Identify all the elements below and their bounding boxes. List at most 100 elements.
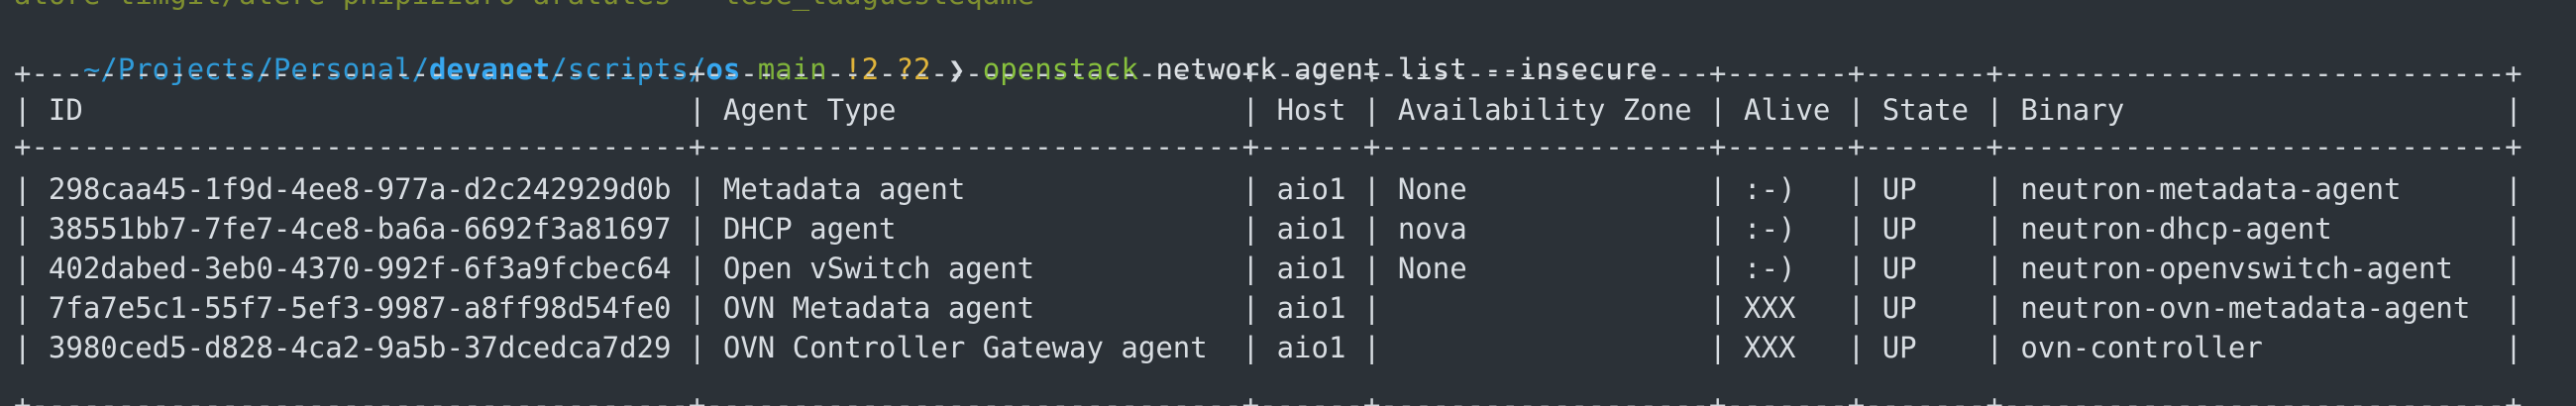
table-border-top: +--------------------------------------+… bbox=[14, 56, 2522, 90]
table-separator: | bbox=[1241, 172, 1260, 206]
table-separator: | bbox=[14, 252, 32, 285]
table-separator: | bbox=[14, 93, 32, 127]
table-separator: | bbox=[2505, 291, 2522, 325]
table-separator: | bbox=[1986, 291, 2003, 325]
table-separator: | bbox=[1362, 172, 1381, 206]
table-cell: neutron-ovn-metadata-agent bbox=[2002, 291, 2506, 325]
table-separator: | bbox=[1241, 331, 1260, 364]
table-cell: 38551bb7-7fe7-4ce8-ba6a-6692f3a81697 bbox=[31, 212, 689, 246]
table-cell: None bbox=[1380, 172, 1710, 206]
table-cell: XXX bbox=[1726, 291, 1848, 325]
table-cell: DHCP agent bbox=[705, 212, 1242, 246]
table-cell: aio1 bbox=[1259, 172, 1363, 206]
table-cell: :-) bbox=[1726, 252, 1848, 285]
table-separator: | bbox=[14, 212, 32, 246]
table-separator: | bbox=[688, 172, 706, 206]
table-row: | 38551bb7-7fe7-4ce8-ba6a-6692f3a81697 |… bbox=[14, 209, 2522, 249]
table-cell bbox=[1380, 291, 1709, 325]
table-separator: | bbox=[1847, 93, 1866, 127]
table-cell: :-) bbox=[1726, 212, 1848, 246]
table-separator: | bbox=[1362, 291, 1381, 325]
table-cell: neutron-metadata-agent bbox=[2002, 172, 2506, 206]
table-row: | 298caa45-1f9d-4ee8-977a-d2c242929d0b |… bbox=[14, 169, 2522, 209]
table-separator: | bbox=[2505, 212, 2522, 246]
table-separator: | bbox=[1986, 331, 2003, 364]
table-header-cell: Binary bbox=[2002, 93, 2506, 127]
table-separator: | bbox=[1241, 93, 1260, 127]
table-row: | 402dabed-3eb0-4370-992f-6f3a9fcbec64 |… bbox=[14, 249, 2522, 288]
table-cell: neutron-dhcp-agent bbox=[2002, 212, 2506, 246]
table-cell: 402dabed-3eb0-4370-992f-6f3a9fcbec64 bbox=[31, 252, 689, 285]
table-separator: | bbox=[1709, 212, 1727, 246]
table-separator: | bbox=[1847, 172, 1866, 206]
table-cell: ovn-controller bbox=[2002, 331, 2506, 364]
table-separator: | bbox=[1362, 331, 1381, 364]
table-cell: UP bbox=[1865, 212, 1986, 246]
table-cell: UP bbox=[1865, 252, 1986, 285]
table-separator: | bbox=[1241, 291, 1260, 325]
table-cell: aio1 bbox=[1259, 212, 1363, 246]
table-cell bbox=[1380, 331, 1709, 364]
table-cell: aio1 bbox=[1259, 252, 1363, 285]
prompt-line: ~/Projects/Personal/devanet/scripts/os m… bbox=[14, 10, 1658, 86]
table-cell: aio1 bbox=[1259, 331, 1363, 364]
table-separator: | bbox=[14, 172, 32, 206]
table-separator: | bbox=[14, 331, 32, 364]
table-header-cell: Agent Type bbox=[705, 93, 1242, 127]
table-cell: XXX bbox=[1726, 331, 1848, 364]
table-header-cell: ID bbox=[31, 93, 689, 127]
table-cell: OVN Metadata agent bbox=[705, 291, 1242, 325]
table-cell: neutron-openvswitch-agent bbox=[2002, 252, 2506, 285]
table-separator: | bbox=[1986, 252, 2003, 285]
table-row: | 7fa7e5c1-55f7-5ef3-9987-a8ff98d54fe0 |… bbox=[14, 288, 2522, 328]
table-cell: nova bbox=[1380, 212, 1710, 246]
table-separator: | bbox=[1847, 291, 1866, 325]
table-header-cell: Host bbox=[1259, 93, 1363, 127]
table-separator: | bbox=[688, 291, 706, 325]
table-cell: 298caa45-1f9d-4ee8-977a-d2c242929d0b bbox=[31, 172, 689, 206]
table-cell: 7fa7e5c1-55f7-5ef3-9987-a8ff98d54fe0 bbox=[31, 291, 689, 325]
table-cell: UP bbox=[1865, 291, 1986, 325]
table-separator: | bbox=[1362, 212, 1381, 246]
table-cell: aio1 bbox=[1259, 291, 1363, 325]
table-separator: | bbox=[14, 291, 32, 325]
table-cell: 3980ced5-d828-4ca2-9a5b-37dcedca7d29 bbox=[31, 331, 689, 364]
table-cell: OVN Controller Gateway agent bbox=[705, 331, 1242, 364]
table-header-cell: Availability Zone bbox=[1380, 93, 1710, 127]
table-separator: | bbox=[2505, 331, 2522, 364]
table-separator: | bbox=[688, 252, 706, 285]
terminal-window[interactable]: atore timgit/atere phipizzaro aratutes -… bbox=[14, 0, 2568, 406]
table-separator: | bbox=[1847, 331, 1866, 364]
table-separator: | bbox=[2505, 252, 2522, 285]
table-cell: UP bbox=[1865, 331, 1986, 364]
table-separator: | bbox=[1709, 93, 1727, 127]
table-separator: | bbox=[1847, 252, 1866, 285]
table-border-header: +--------------------------------------+… bbox=[14, 130, 2522, 163]
table-cell: :-) bbox=[1726, 172, 1848, 206]
table-separator: | bbox=[1986, 172, 2003, 206]
table-header-cell: State bbox=[1865, 93, 1986, 127]
table-cell: UP bbox=[1865, 172, 1986, 206]
table-separator: | bbox=[1362, 93, 1381, 127]
table-separator: | bbox=[688, 212, 706, 246]
table-separator: | bbox=[1986, 212, 2003, 246]
table-border-bottom: +--------------------------------------+… bbox=[14, 388, 2522, 406]
table-row: | 3980ced5-d828-4ca2-9a5b-37dcedca7d29 |… bbox=[14, 328, 2522, 367]
table-header-row: | ID | Agent Type | Host | Availability … bbox=[14, 90, 2522, 130]
table-separator: | bbox=[1362, 252, 1381, 285]
table-separator: | bbox=[688, 93, 706, 127]
table-cell: Open vSwitch agent bbox=[705, 252, 1242, 285]
table-separator: | bbox=[688, 331, 706, 364]
table-separator: | bbox=[1709, 252, 1727, 285]
table-separator: | bbox=[1847, 212, 1866, 246]
table-separator: | bbox=[2505, 172, 2522, 206]
table-separator: | bbox=[1241, 252, 1260, 285]
table-separator: | bbox=[1709, 291, 1727, 325]
table-cell: None bbox=[1380, 252, 1710, 285]
table-separator: | bbox=[1709, 172, 1727, 206]
table-separator: | bbox=[1709, 331, 1727, 364]
table-separator: | bbox=[1986, 93, 2003, 127]
table-cell: Metadata agent bbox=[705, 172, 1242, 206]
table-separator: | bbox=[1241, 212, 1260, 246]
table-header-cell: Alive bbox=[1726, 93, 1848, 127]
